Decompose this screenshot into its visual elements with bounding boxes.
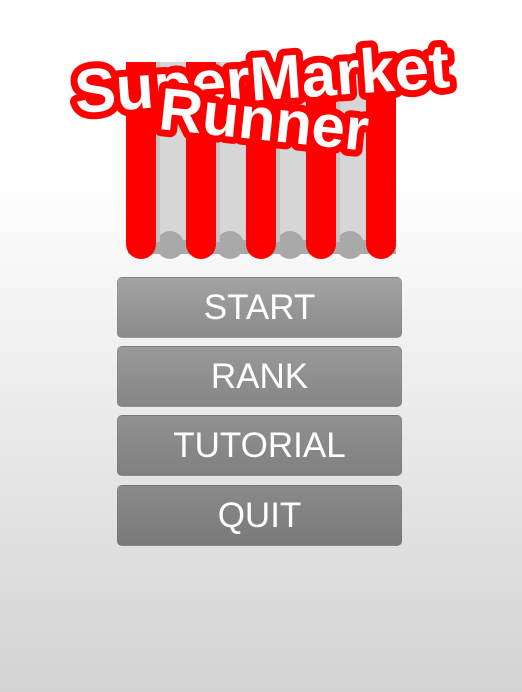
tutorial-button-label: TUTORIAL [173, 425, 346, 465]
start-button-label: START [203, 287, 316, 327]
tutorial-button[interactable]: TUTORIAL [117, 415, 402, 476]
quit-button-label: QUIT [217, 495, 302, 535]
rank-button[interactable]: RANK [117, 346, 402, 407]
quit-button[interactable]: QUIT [117, 485, 402, 546]
game-logo: SuperMarket Runner [65, 25, 459, 259]
start-button[interactable]: START [117, 277, 402, 338]
rank-button-label: RANK [210, 356, 309, 396]
